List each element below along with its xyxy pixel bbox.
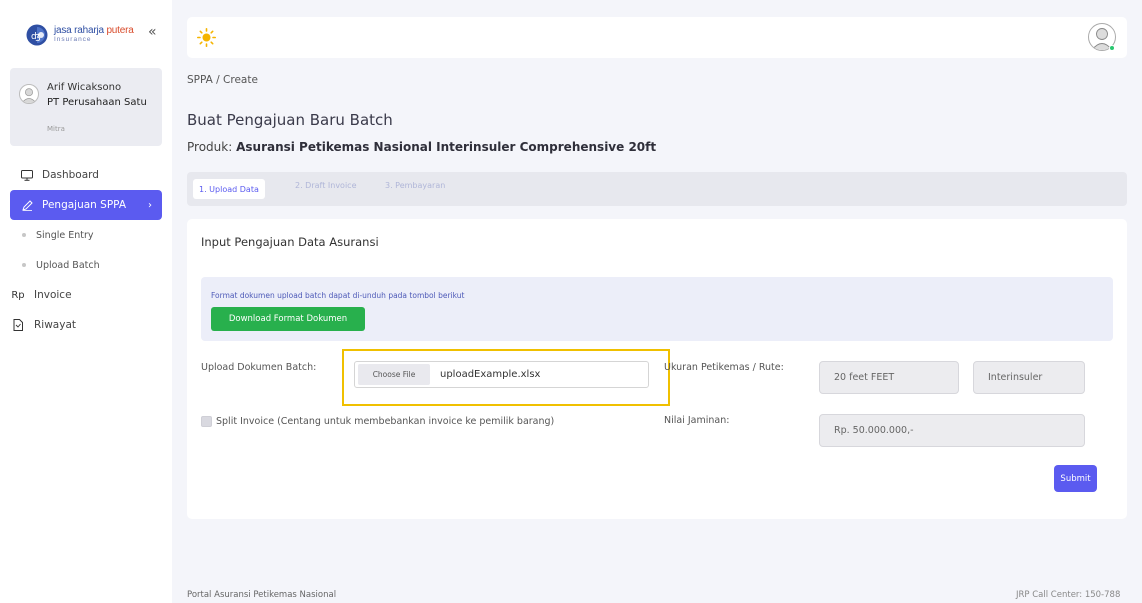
step-draft-invoice[interactable]: 2. Draft Invoice — [295, 181, 356, 190]
monitor-icon — [20, 169, 34, 181]
rupiah-icon: Rp — [11, 289, 25, 301]
brand: ʤ jasa raharja putera Insurance — [10, 20, 162, 50]
footer-right: JRP Call Center: 150-788 — [1016, 590, 1121, 600]
bullet-icon — [22, 233, 26, 237]
online-status-indicator — [1109, 45, 1115, 51]
sidebar-item-label: Upload Batch — [36, 259, 100, 271]
user-card: Arif Wicaksono PT Perusahaan Satu Mitra — [10, 68, 162, 146]
sidebar-item-label: Dashboard — [42, 169, 99, 181]
step-pembayaran[interactable]: 3. Pembayaran — [385, 181, 445, 190]
topbar — [187, 17, 1127, 58]
sidebar-item-label: Pengajuan SPPA — [42, 199, 127, 211]
sidebar-item-label: Riwayat — [34, 319, 76, 331]
split-invoice-checkbox[interactable] — [201, 416, 212, 427]
user-name: Arif Wicaksono — [47, 82, 122, 93]
step-upload-data[interactable]: 1. Upload Data — [193, 179, 265, 199]
sidebar-item-upload-batch[interactable]: Upload Batch — [10, 250, 162, 280]
info-alert: Format dokumen upload batch dapat di-und… — [201, 277, 1113, 341]
product-name: Asuransi Petikemas Nasional Interinsuler… — [236, 140, 657, 154]
sidebar-item-dashboard[interactable]: Dashboard — [10, 160, 162, 190]
wizard-steps: 1. Upload Data 2. Draft Invoice 3. Pemba… — [187, 172, 1127, 206]
brand-name: jasa raharja putera — [54, 25, 134, 36]
sidebar-nav: Dashboard Pengajuan SPPA › Single Entry … — [10, 160, 162, 340]
split-invoice-label: Split Invoice (Centang untuk membebankan… — [216, 416, 555, 427]
upload-label: Upload Dokumen Batch: — [201, 362, 317, 373]
product-line: Produk: Asuransi Petikemas Nasional Inte… — [187, 140, 656, 154]
user-role: Mitra — [47, 125, 65, 133]
form-card: Input Pengajuan Data Asuransi Format dok… — [187, 219, 1127, 519]
sidebar-item-single-entry[interactable]: Single Entry — [10, 220, 162, 250]
product-label: Produk: — [187, 140, 233, 154]
sidebar-item-label: Invoice — [34, 289, 72, 301]
bullet-icon — [22, 263, 26, 267]
page-title: Buat Pengajuan Baru Batch — [187, 111, 393, 129]
submit-button[interactable]: Submit — [1054, 465, 1097, 492]
breadcrumb: SPPA / Create — [187, 74, 258, 86]
sidebar-item-pengajuan-sppa[interactable]: Pengajuan SPPA › — [10, 190, 162, 220]
ukuran-label: Ukuran Petikemas / Rute: — [664, 362, 784, 373]
sidebar-item-invoice[interactable]: Rp Invoice — [10, 280, 162, 310]
download-format-button[interactable]: Download Format Dokumen — [211, 307, 365, 331]
sidebar-item-label: Single Entry — [36, 229, 94, 241]
highlight-box — [342, 349, 670, 406]
document-icon — [10, 319, 26, 331]
avatar — [19, 84, 39, 104]
collapse-sidebar-icon[interactable]: « — [148, 25, 157, 39]
alert-text: Format dokumen upload batch dapat di-und… — [211, 291, 465, 300]
sidebar-item-riwayat[interactable]: Riwayat — [10, 310, 162, 340]
nilai-label: Nilai Jaminan: — [664, 415, 730, 426]
sidebar: ʤ jasa raharja putera Insurance « Arif W… — [0, 0, 172, 603]
brand-subtitle: Insurance — [54, 36, 92, 43]
user-company: PT Perusahaan Satu — [47, 97, 147, 108]
ukuran-field: 20 feet FEET — [819, 361, 959, 394]
theme-toggle-sun-icon[interactable] — [197, 28, 217, 48]
card-title: Input Pengajuan Data Asuransi — [201, 235, 379, 249]
rute-field: Interinsuler — [973, 361, 1085, 394]
nilai-jaminan-field: Rp. 50.000.000,- — [819, 414, 1085, 447]
chevron-right-icon: › — [148, 199, 152, 211]
brand-logo-icon: ʤ — [26, 24, 48, 46]
footer-left: Portal Asuransi Petikemas Nasional — [187, 590, 337, 600]
pencil-icon — [20, 199, 34, 211]
